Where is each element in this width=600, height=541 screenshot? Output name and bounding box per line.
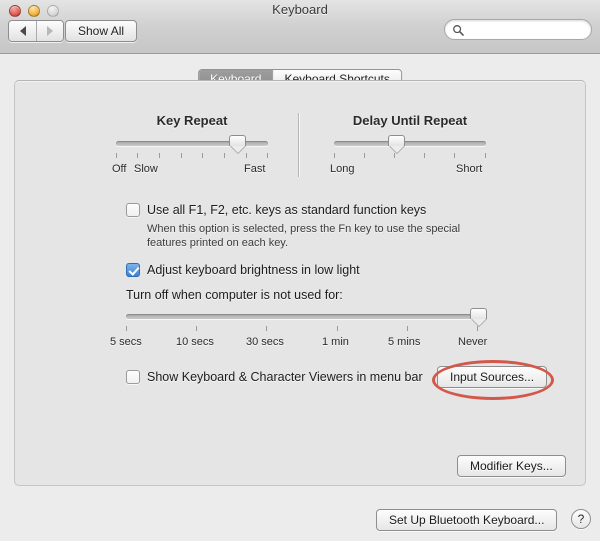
function-keys-checkbox[interactable] bbox=[126, 203, 140, 217]
tick bbox=[266, 326, 267, 331]
timeout-label-5mins: 5 mins bbox=[388, 336, 421, 348]
timeout-label-10secs: 10 secs bbox=[176, 336, 214, 348]
window-title: Keyboard bbox=[272, 2, 328, 17]
timeout-label-never: Never bbox=[458, 336, 488, 348]
viewers-label: Show Keyboard & Character Viewers in men… bbox=[147, 370, 423, 384]
input-sources-button[interactable]: Input Sources... bbox=[437, 366, 548, 388]
tick bbox=[159, 153, 160, 158]
timeout-label-30secs: 30 secs bbox=[246, 336, 284, 348]
tick bbox=[407, 326, 408, 331]
tick bbox=[364, 153, 365, 158]
forward-arrow-icon bbox=[47, 26, 53, 36]
tick bbox=[485, 153, 486, 158]
tick bbox=[454, 153, 455, 158]
tick bbox=[181, 153, 182, 158]
tick bbox=[196, 326, 197, 331]
function-keys-label: Use all F1, F2, etc. keys as standard fu… bbox=[147, 203, 427, 217]
tick bbox=[116, 153, 117, 158]
brightness-checkbox-row[interactable]: Adjust keyboard brightness in low light bbox=[126, 263, 360, 277]
keyboard-preferences-window: Keyboard Show All Keyboard Keyboard Shor… bbox=[0, 0, 600, 541]
tick bbox=[202, 153, 203, 158]
modifier-keys-button[interactable]: Modifier Keys... bbox=[457, 455, 566, 477]
back-button[interactable] bbox=[9, 21, 36, 41]
key-repeat-label-off: Off bbox=[112, 163, 127, 175]
delay-label-long: Long bbox=[330, 163, 355, 175]
back-arrow-icon bbox=[19, 26, 26, 36]
tick bbox=[126, 326, 127, 331]
tick bbox=[334, 153, 335, 158]
search-icon bbox=[453, 25, 464, 36]
tick bbox=[337, 326, 338, 331]
delay-ticks bbox=[334, 153, 486, 159]
tick bbox=[137, 153, 138, 158]
slider-group-divider bbox=[298, 113, 299, 177]
window-titlebar: Keyboard Show All bbox=[0, 0, 600, 54]
brightness-timeout-thumb[interactable] bbox=[470, 308, 487, 327]
viewers-checkbox[interactable] bbox=[126, 370, 140, 384]
viewers-checkbox-row[interactable]: Show Keyboard & Character Viewers in men… bbox=[126, 370, 423, 384]
tick bbox=[267, 153, 268, 158]
tick bbox=[246, 153, 247, 158]
timeout-label-5secs: 5 secs bbox=[110, 336, 142, 348]
delay-track[interactable] bbox=[334, 141, 486, 146]
tick bbox=[424, 153, 425, 158]
navigation-segmented-control bbox=[8, 20, 64, 42]
show-all-button[interactable]: Show All bbox=[65, 20, 138, 42]
key-repeat-label-fast: Fast bbox=[244, 163, 266, 175]
brightness-timeout-track[interactable] bbox=[126, 314, 478, 319]
timeout-label-1min: 1 min bbox=[322, 336, 349, 348]
delay-title: Delay Until Repeat bbox=[352, 113, 468, 128]
help-button[interactable]: ? bbox=[571, 509, 591, 529]
forward-button[interactable] bbox=[36, 21, 63, 41]
delay-label-short: Short bbox=[456, 163, 483, 175]
search-input[interactable] bbox=[468, 20, 586, 39]
key-repeat-slider-thumb[interactable] bbox=[229, 135, 246, 154]
brightness-timeout-ticks bbox=[126, 326, 478, 332]
delay-slider-thumb[interactable] bbox=[388, 135, 405, 154]
search-field[interactable] bbox=[444, 19, 592, 40]
brightness-label: Adjust keyboard brightness in low light bbox=[147, 263, 360, 277]
key-repeat-label-slow: Slow bbox=[134, 163, 158, 175]
function-keys-help-line-2: features printed on each key. bbox=[147, 237, 289, 249]
set-up-bluetooth-keyboard-button[interactable]: Set Up Bluetooth Keyboard... bbox=[376, 509, 558, 531]
preferences-content-panel bbox=[14, 80, 586, 486]
key-repeat-title: Key Repeat bbox=[156, 113, 228, 128]
function-keys-checkbox-row[interactable]: Use all F1, F2, etc. keys as standard fu… bbox=[126, 203, 426, 217]
function-keys-help-line-1: When this option is selected, press the … bbox=[147, 223, 461, 235]
brightness-checkbox[interactable] bbox=[126, 263, 140, 277]
turn-off-label: Turn off when computer is not used for: bbox=[126, 288, 343, 302]
tick bbox=[224, 153, 225, 158]
